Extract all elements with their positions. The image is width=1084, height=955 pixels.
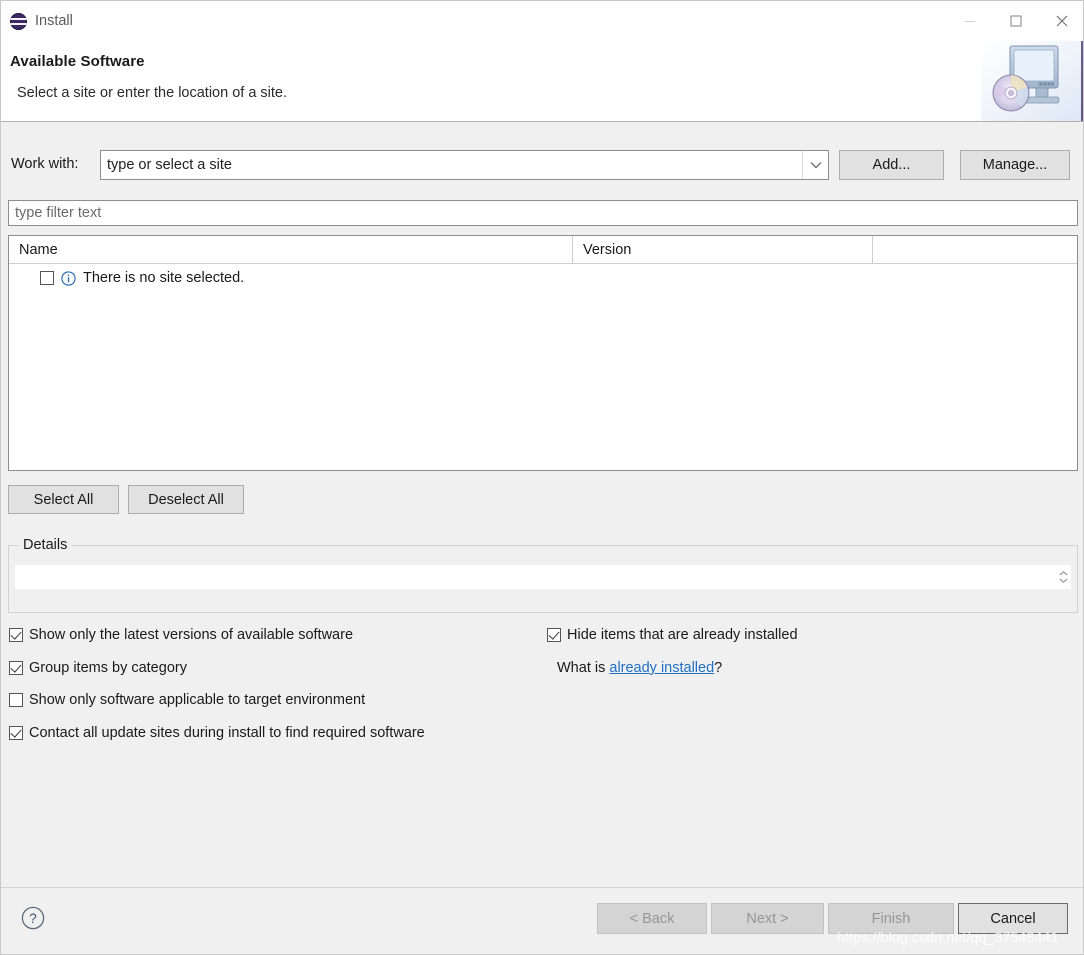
column-header-blank[interactable] <box>872 236 1077 264</box>
add-site-button[interactable]: Add... <box>839 150 944 180</box>
option-group-by-category-label: Group items by category <box>29 660 187 676</box>
info-icon <box>61 270 76 286</box>
option-show-latest-versions[interactable]: Show only the latest versions of availab… <box>9 627 353 643</box>
back-button[interactable]: < Back <box>597 903 707 934</box>
details-label: Details <box>19 537 72 553</box>
details-group: Details <box>8 537 1078 613</box>
option-applicable-to-target-checkbox[interactable] <box>9 693 23 707</box>
option-group-by-category-checkbox[interactable] <box>9 661 23 675</box>
table-header: Name Version <box>9 236 1077 264</box>
svg-text:?: ? <box>29 911 37 926</box>
already-installed-link[interactable]: already installed <box>609 660 714 676</box>
wizard-banner: Available Software Select a site or ente… <box>1 41 1083 122</box>
option-show-latest-versions-label: Show only the latest versions of availab… <box>29 627 354 643</box>
whatis-suffix: ? <box>714 660 723 676</box>
work-with-label: Work with: <box>11 156 79 172</box>
details-text <box>15 565 1055 589</box>
maximize-icon[interactable] <box>993 1 1039 41</box>
option-applicable-to-target[interactable]: Show only software applicable to target … <box>9 692 365 708</box>
what-is-already-installed: What is already installed? <box>557 660 722 676</box>
close-icon[interactable] <box>1039 1 1083 41</box>
details-field[interactable] <box>15 565 1071 589</box>
details-scroll-spinner[interactable] <box>1055 565 1071 589</box>
option-applicable-to-target-label: Show only software applicable to target … <box>29 692 366 708</box>
eclipse-icon <box>10 12 27 30</box>
option-group-by-category[interactable]: Group items by category <box>9 660 187 676</box>
title-bar-left: Install <box>1 12 947 30</box>
deselect-all-button[interactable]: Deselect All <box>128 485 244 514</box>
filter-placeholder: type filter text <box>15 205 102 221</box>
finish-button[interactable]: Finish <box>828 903 954 934</box>
help-icon[interactable]: ? <box>21 906 45 930</box>
option-hide-installed-checkbox[interactable] <box>547 628 561 642</box>
window-controls <box>947 1 1083 41</box>
title-bar: Install <box>1 1 1083 41</box>
next-button[interactable]: Next > <box>711 903 824 934</box>
work-with-combo[interactable]: type or select a site <box>100 150 829 180</box>
option-show-latest-versions-checkbox[interactable] <box>9 628 23 642</box>
cancel-button[interactable]: Cancel <box>958 903 1068 934</box>
option-hide-installed-label: Hide items that are already installed <box>567 627 798 643</box>
table-row[interactable]: There is no site selected. <box>9 264 1077 292</box>
row-checkbox[interactable] <box>40 271 54 285</box>
option-contact-all-update-sites[interactable]: Contact all update sites during install … <box>9 725 425 741</box>
window-title: Install <box>35 12 73 29</box>
work-with-input[interactable]: type or select a site <box>101 157 802 173</box>
install-dialog: Install Available Software Select a site… <box>0 0 1084 955</box>
footer-separator <box>1 887 1083 888</box>
option-contact-all-update-sites-label: Contact all update sites during install … <box>29 725 425 741</box>
whatis-prefix: What is <box>557 660 610 676</box>
filter-input[interactable]: type filter text <box>8 200 1078 226</box>
computer-disc-icon <box>981 41 1083 121</box>
page-subtitle: Select a site or enter the location of a… <box>17 85 288 101</box>
column-header-name[interactable]: Name <box>9 236 572 264</box>
option-contact-all-update-sites-checkbox[interactable] <box>9 726 23 740</box>
chevron-down-icon[interactable] <box>802 151 828 179</box>
option-hide-installed[interactable]: Hide items that are already installed <box>547 627 798 643</box>
work-with-row: Work with: type or select a site Add... … <box>1 150 1083 180</box>
minimize-icon[interactable] <box>947 1 993 41</box>
manage-sites-button[interactable]: Manage... <box>960 150 1070 180</box>
row-name: There is no site selected. <box>83 270 245 286</box>
page-title: Available Software <box>10 53 145 70</box>
column-header-version[interactable]: Version <box>572 236 872 264</box>
select-all-button[interactable]: Select All <box>8 485 119 514</box>
available-software-table[interactable]: Name Version There is no site selected. <box>8 235 1078 471</box>
